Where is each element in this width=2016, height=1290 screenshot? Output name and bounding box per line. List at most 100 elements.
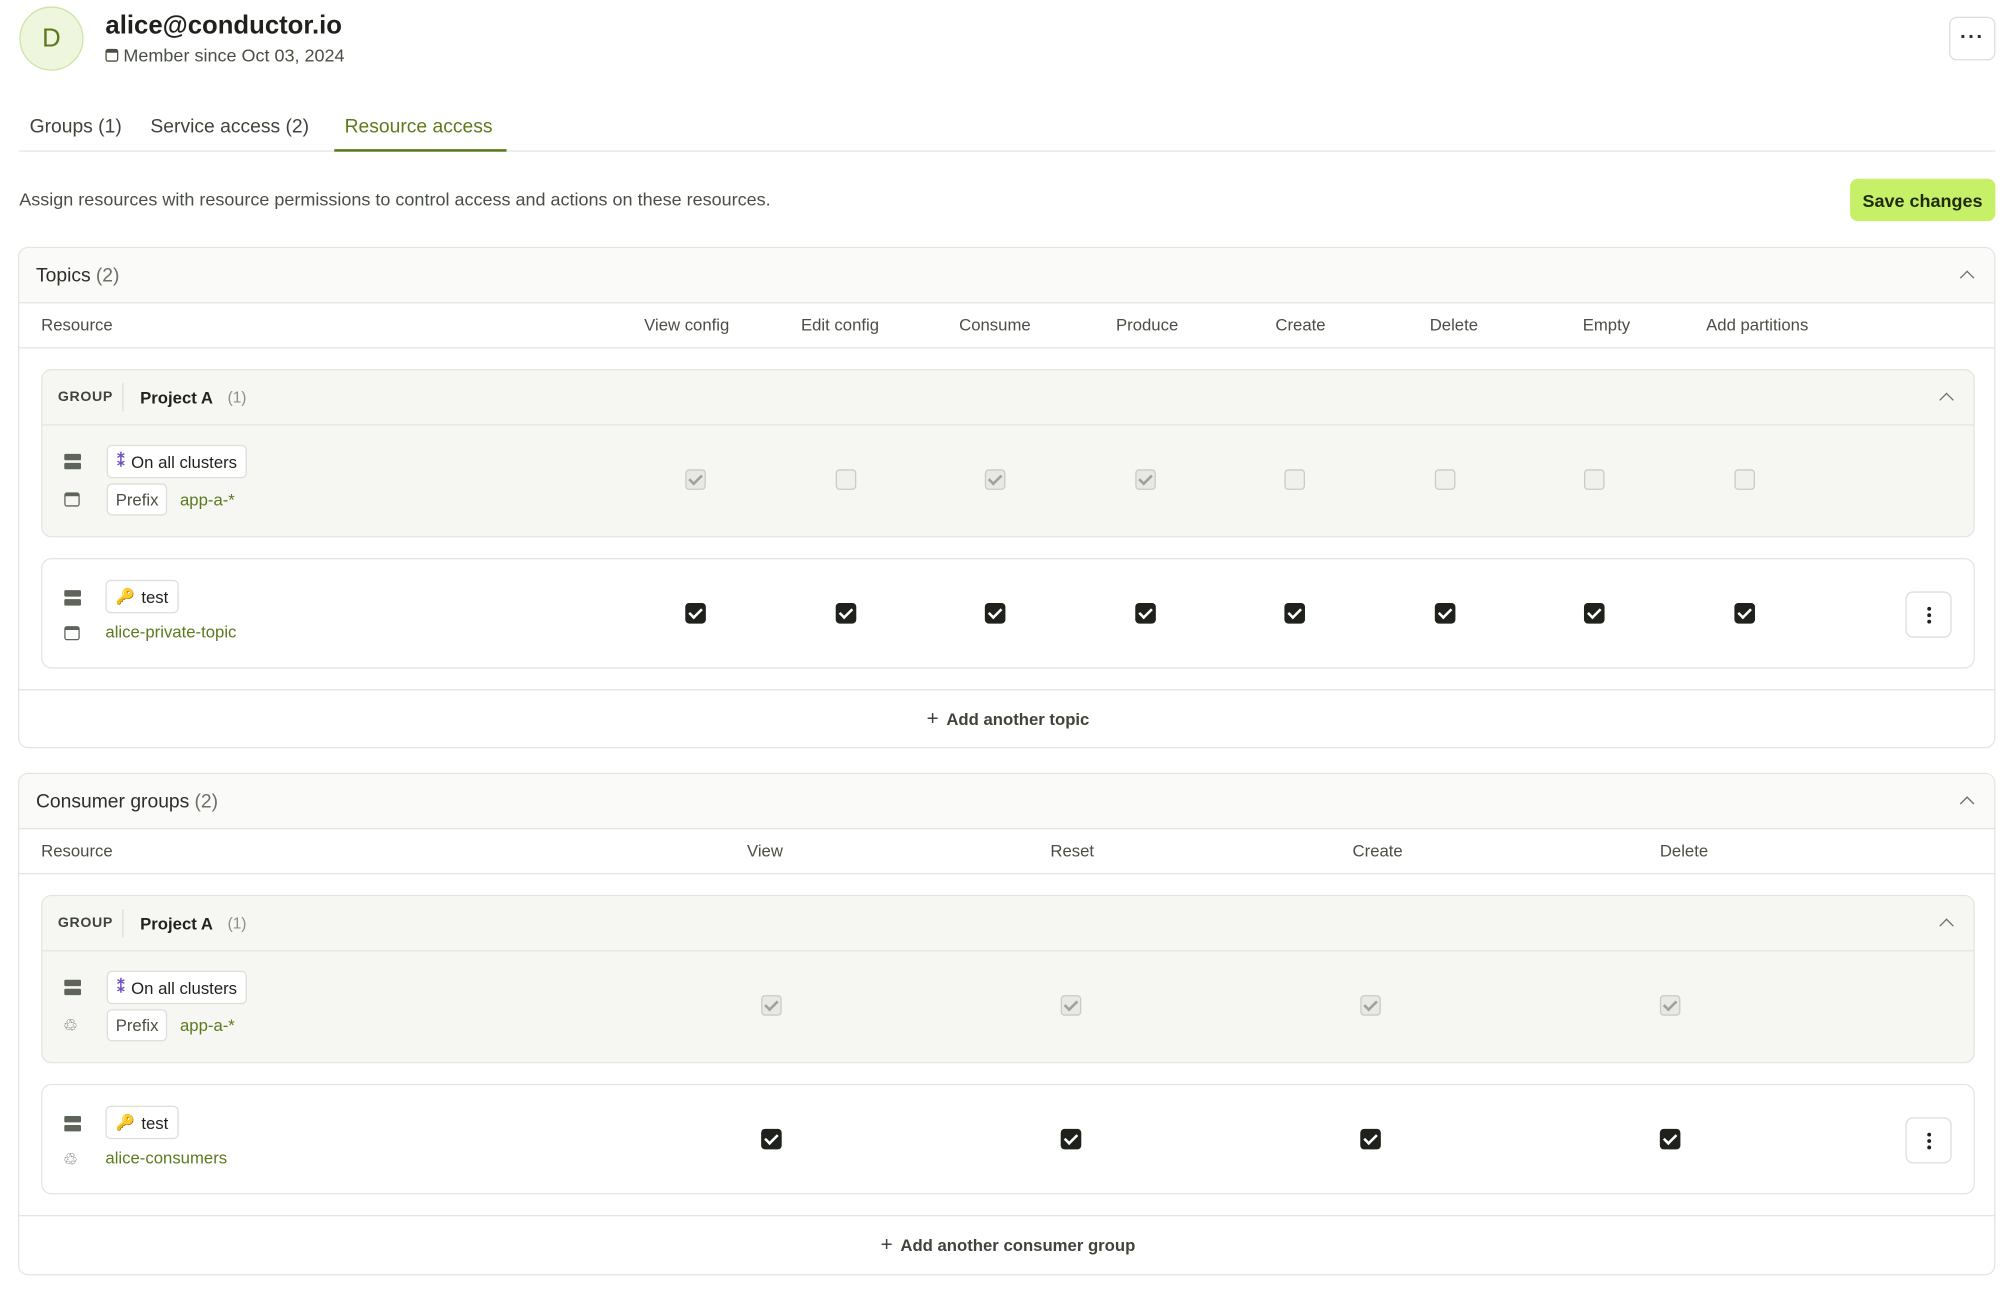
perm-create-checkbox	[1284, 469, 1305, 490]
member-since: Member since Oct 03, 2024	[105, 44, 345, 66]
col-empty: Empty	[1582, 314, 1631, 335]
more-options-button[interactable]: ···	[1949, 16, 1996, 61]
calendar-icon	[105, 48, 119, 62]
tab-bar: Groups (1) Service access (2) Resource a…	[19, 103, 1996, 152]
group-tag: GROUP	[57, 389, 113, 405]
add-topic-label: Add another topic	[946, 709, 1090, 729]
col-add-partitions: Add partitions	[1706, 314, 1809, 335]
topics-count: (2)	[95, 264, 120, 287]
col-resource: Resource	[41, 314, 113, 335]
topics-section: Topics (2) Resource View config Edit con…	[17, 246, 1996, 749]
perm-add-partitions-checkbox[interactable]	[1734, 602, 1755, 624]
member-since-text: Member since Oct 03, 2024	[123, 44, 345, 66]
active-tab-indicator	[334, 149, 507, 152]
col-consume: Consume	[959, 314, 1031, 335]
consumer-group-icon: ♲	[62, 1149, 78, 1169]
perm-create-checkbox[interactable]	[1284, 602, 1305, 624]
col-view: View	[746, 840, 783, 861]
page-description: Assign resources with resource permissio…	[19, 188, 771, 210]
perm-delete-checkbox[interactable]	[1434, 602, 1456, 624]
consumer-groups-section-header[interactable]: Consumer groups (2)	[19, 773, 1995, 830]
cluster-chip: 🔑 test	[105, 579, 179, 614]
resource-name[interactable]: alice-private-topic	[105, 622, 236, 641]
topic-icon	[64, 492, 80, 507]
more-horizontal-icon: ···	[1960, 26, 1985, 49]
consumer-groups-title: Consumer groups	[35, 790, 190, 812]
perm-delete-checkbox	[1659, 995, 1681, 1016]
prefix-chip: Prefix	[106, 483, 168, 516]
group-header[interactable]: GROUP Project A (1)	[42, 896, 1974, 952]
group-name: Project A	[140, 387, 213, 407]
chevron-up-icon[interactable]	[1959, 796, 1975, 811]
perm-create-checkbox[interactable]	[1360, 1128, 1381, 1150]
server-icon	[64, 590, 81, 606]
group-header[interactable]: GROUP Project A (1)	[42, 370, 1974, 426]
add-another-topic-button[interactable]: + Add another topic	[19, 689, 1995, 747]
cluster-label: On all clusters	[131, 977, 238, 998]
tab-groups[interactable]: Groups (1)	[30, 116, 122, 138]
consumer-group-icon: ♲	[62, 1015, 78, 1035]
group-count: (1)	[227, 388, 247, 407]
col-resource: Resource	[41, 840, 113, 861]
chevron-up-icon[interactable]	[1939, 392, 1954, 408]
topics-group-box: GROUP Project A (1) ⁑ On all clusters Pr…	[41, 368, 1975, 538]
key-icon: 🔑	[115, 587, 135, 606]
col-delete: Delete	[1659, 840, 1709, 861]
chevron-up-icon[interactable]	[1959, 270, 1975, 285]
perm-delete-checkbox	[1434, 469, 1456, 490]
perm-produce-checkbox	[1135, 469, 1156, 490]
perm-add-partitions-checkbox	[1734, 469, 1755, 490]
group-tag: GROUP	[57, 915, 113, 931]
resource-menu-button[interactable]	[1905, 591, 1952, 638]
topics-title: Topics	[35, 264, 91, 287]
chevron-up-icon[interactable]	[1939, 918, 1954, 933]
user-header: D alice@conductor.io Member since Oct 03…	[19, 6, 1996, 73]
consumer-groups-group-box: GROUP Project A (1) ⁑ On all clusters ♲ …	[41, 894, 1975, 1064]
col-produce: Produce	[1115, 314, 1179, 335]
divider	[122, 908, 124, 938]
topics-section-header[interactable]: Topics (2)	[19, 248, 1995, 304]
cluster-icon: ⁑	[116, 978, 125, 997]
tab-service-access[interactable]: Service access (2)	[150, 116, 309, 138]
cluster-label: test	[141, 1112, 169, 1133]
perm-empty-checkbox[interactable]	[1583, 602, 1605, 624]
group-name: Project A	[140, 913, 213, 933]
prefix-chip: Prefix	[106, 1009, 168, 1042]
perm-view-config-checkbox[interactable]	[685, 602, 706, 624]
perm-produce-checkbox[interactable]	[1135, 602, 1156, 624]
topic-icon	[64, 626, 80, 641]
perm-empty-checkbox	[1583, 469, 1605, 490]
cluster-chip: ⁑ On all clusters	[106, 444, 248, 479]
resource-name[interactable]: app-a-*	[180, 490, 235, 509]
group-count: (1)	[227, 914, 247, 933]
resource-name[interactable]: alice-consumers	[105, 1148, 227, 1167]
topic-resource-card: 🔑 test alice-private-topic	[41, 557, 1975, 669]
perm-delete-checkbox[interactable]	[1659, 1128, 1681, 1150]
plus-icon: +	[926, 707, 939, 730]
topics-column-headers: Resource View config Edit config Consume…	[19, 303, 1995, 349]
perm-view-checkbox[interactable]	[761, 1128, 782, 1150]
perm-reset-checkbox[interactable]	[1060, 1128, 1082, 1150]
cluster-label: test	[141, 586, 169, 607]
resource-name[interactable]: app-a-*	[180, 1016, 235, 1035]
server-icon	[64, 979, 81, 996]
col-create: Create	[1275, 314, 1326, 335]
plus-icon: +	[880, 1233, 893, 1256]
add-consumer-group-label: Add another consumer group	[900, 1235, 1136, 1255]
perm-edit-config-checkbox[interactable]	[835, 602, 857, 624]
avatar: D	[19, 6, 84, 71]
resource-menu-button[interactable]	[1905, 1117, 1952, 1164]
consumer-groups-section: Consumer groups (2) Resource View Reset …	[17, 772, 1996, 1276]
save-changes-button[interactable]: Save changes	[1849, 178, 1996, 222]
tab-resource-access[interactable]: Resource access	[345, 116, 493, 138]
col-reset: Reset	[1050, 840, 1095, 861]
perm-consume-checkbox[interactable]	[984, 602, 1006, 624]
more-vertical-icon	[1926, 1132, 1931, 1136]
perm-view-config-checkbox	[685, 469, 706, 490]
col-edit-config: Edit config	[800, 314, 880, 335]
add-another-consumer-group-button[interactable]: + Add another consumer group	[19, 1214, 1995, 1274]
perm-create-checkbox	[1360, 995, 1381, 1016]
server-icon	[64, 453, 81, 470]
cluster-chip: ⁑ On all clusters	[106, 970, 248, 1005]
consumer-groups-count: (2)	[194, 790, 219, 812]
